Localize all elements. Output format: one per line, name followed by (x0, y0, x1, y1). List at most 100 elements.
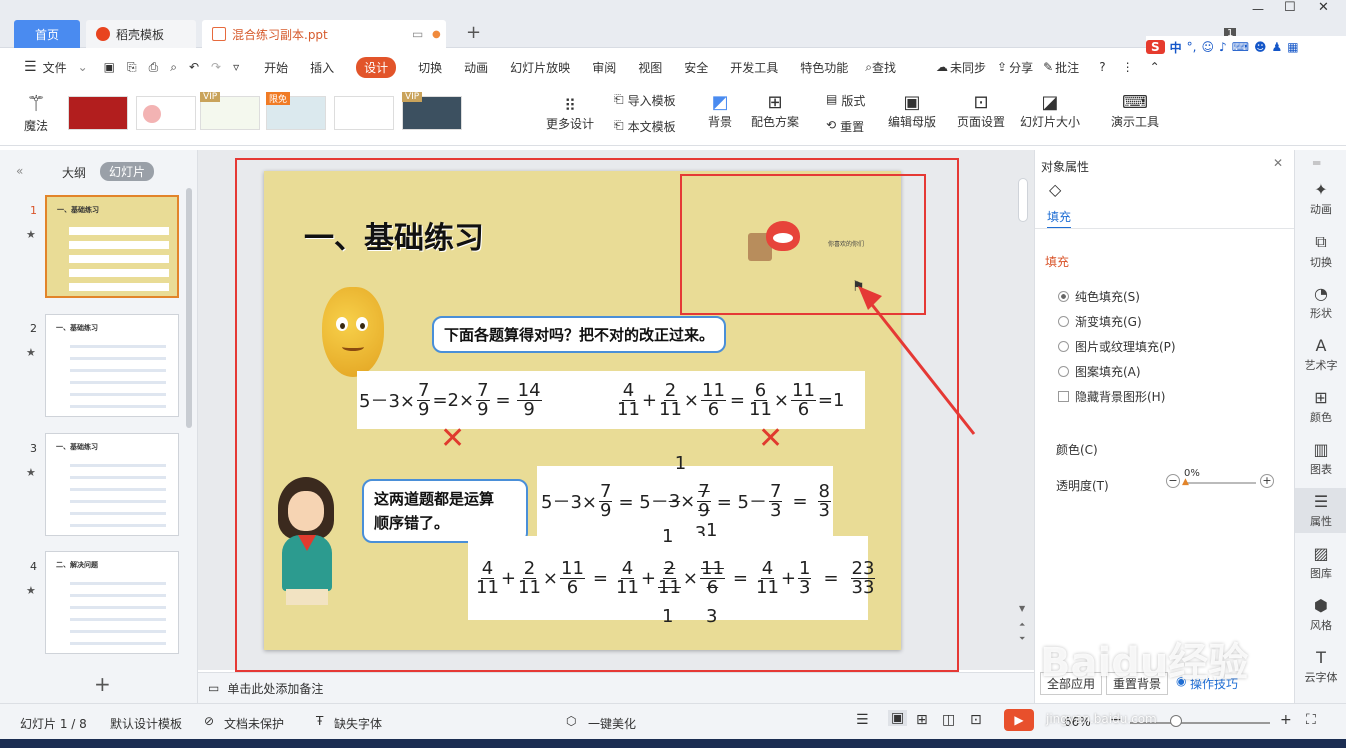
zoom-thumb-icon[interactable] (1170, 715, 1182, 727)
pane-transition[interactable]: ⧉ 切换 (1295, 232, 1346, 270)
minimize-icon[interactable]: — (1252, 2, 1264, 16)
slide-thumbnail-4[interactable]: 二、解决问题 (45, 551, 179, 654)
monitor-icon[interactable]: ▭ (412, 27, 423, 41)
presenter-tools-button[interactable]: ⌨ 演示工具 (1104, 92, 1166, 130)
save-icon[interactable]: ▣ (104, 60, 115, 74)
doc-template-button[interactable]: ⎗ 本文模板 (614, 118, 676, 135)
increase-icon[interactable]: + (1260, 474, 1274, 488)
search-icon[interactable]: ⌕ (865, 60, 872, 75)
zoom-in-icon[interactable]: + (1280, 712, 1292, 728)
background-button[interactable]: ◩ 背景 (700, 92, 740, 130)
comment-button[interactable]: 批注 (1055, 59, 1079, 76)
reading-view-icon[interactable]: ◫ (942, 712, 955, 728)
pane-cloud-font[interactable]: T 云字体 (1295, 648, 1346, 685)
reset-button[interactable]: ⟲ 重置 (826, 118, 864, 135)
slide-thumbnail-3[interactable]: 一、基础练习 (45, 433, 179, 536)
pane-shape[interactable]: ◔ 形状 (1295, 284, 1346, 321)
magic-button[interactable]: ⚚ 魔法 (18, 92, 54, 134)
customize-icon[interactable]: ▿ (233, 60, 239, 74)
collapse-ribbon-icon[interactable]: ⌃ (1150, 60, 1160, 74)
slide-title[interactable]: 一、基础练习 (304, 213, 484, 257)
menu-review[interactable]: 审阅 (592, 59, 616, 76)
menu-design[interactable]: 设计 (356, 56, 397, 78)
maximize-icon[interactable]: ☐ (1284, 0, 1296, 15)
comment-icon[interactable]: ✎ (1043, 60, 1053, 74)
more-design-button[interactable]: ⠿ 更多设计 (542, 96, 598, 132)
template-thumb[interactable] (68, 96, 128, 130)
prev-slide-icon[interactable]: ⏶ (1019, 620, 1025, 630)
beautify-button[interactable]: 一键美化 (588, 715, 636, 732)
redo-icon[interactable]: ↷ (211, 60, 221, 74)
import-template-button[interactable]: ⎗ 导入模板 (614, 92, 676, 109)
scroll-down-icon[interactable]: ▼ (1019, 604, 1025, 613)
speech-bubble-1[interactable]: 下面各题算得对吗？把不对的改正过来。 (432, 316, 727, 353)
template-thumb[interactable] (136, 96, 196, 130)
pane-wordart[interactable]: A 艺术字 (1295, 336, 1346, 373)
menu-security[interactable]: 安全 (684, 59, 708, 76)
play-button[interactable]: ▶ (1004, 709, 1034, 731)
menu-features[interactable]: 特色功能 (800, 59, 848, 76)
fit-icon[interactable]: ⊡ (970, 712, 982, 728)
collapse-panel-icon[interactable]: « (16, 164, 23, 178)
menu-transition[interactable]: 切换 (418, 59, 442, 76)
page-setup-button[interactable]: ⊡ 页面设置 (956, 92, 1006, 130)
cloud-icon[interactable]: ☁ (936, 60, 948, 74)
menu-devtools[interactable]: 开发工具 (730, 59, 778, 76)
panel-scrollbar[interactable] (186, 188, 192, 428)
menu-start[interactable]: 开始 (264, 59, 288, 76)
next-slide-icon[interactable]: ⏷ (1019, 634, 1025, 644)
slide-size-button[interactable]: ◪ 幻灯片大小 (1014, 92, 1086, 130)
canvas-scrollbar[interactable] (1018, 178, 1028, 222)
fullscreen-icon[interactable]: ⛶ (1306, 712, 1316, 728)
close-icon[interactable]: ✕ (1318, 0, 1329, 15)
tab-outline[interactable]: 大纲 (62, 164, 86, 181)
menu-slideshow[interactable]: 幻灯片放映 (510, 59, 570, 76)
gradient-fill-option[interactable]: 渐变填充(G) (1058, 313, 1142, 330)
share-button[interactable]: 分享 (1009, 59, 1033, 76)
tab-home[interactable]: 首页 (14, 20, 80, 48)
menu-animation[interactable]: 动画 (464, 59, 488, 76)
picture-fill-option[interactable]: 图片或纹理填充(P) (1058, 338, 1176, 355)
share-icon[interactable]: ⇪ (997, 60, 1007, 74)
pane-animation[interactable]: ✦ 动画 (1295, 180, 1346, 217)
edit-master-button[interactable]: ▣ 编辑母版 (886, 92, 938, 130)
menu-file[interactable]: 文件 (43, 59, 67, 76)
pane-color[interactable]: ⊞ 颜色 (1295, 388, 1346, 425)
correction-2[interactable]: 4 11 + 2 11 × 11 6 = 4 11 + 1 2 11 1 × 1 11 6 … (468, 520, 876, 627)
decrease-icon[interactable]: − (1166, 474, 1180, 488)
solid-fill-option[interactable]: 纯色填充(S) (1058, 288, 1140, 305)
missing-font[interactable]: 缺失字体 (334, 715, 382, 732)
pane-properties[interactable]: ☰ 属性 (1295, 488, 1346, 533)
design-template[interactable]: 默认设计模板 (110, 715, 182, 732)
sync-status[interactable]: 未同步 (950, 59, 986, 76)
print-icon[interactable]: ⎙ (149, 60, 159, 75)
tab-document[interactable]: 混合练习副本.ppt ▭ ● (202, 20, 446, 48)
notes-bar[interactable]: ▭ 单击此处添加备注 (198, 672, 1034, 703)
layout-button[interactable]: ▤ 版式 (826, 92, 865, 109)
correction-1[interactable]: 5－3× 79 = 5－ 1 3 × 79 3 = 5－ 73 = 83 (537, 453, 833, 544)
help-icon[interactable]: ? (1099, 60, 1105, 74)
equation-1[interactable]: 5－3× 79 =2× 79 = 14 9 (357, 371, 579, 429)
menu-view[interactable]: 视图 (638, 59, 662, 76)
tab-docer[interactable]: 稻壳模板 (86, 20, 196, 48)
pattern-fill-option[interactable]: 图案填充(A) (1058, 363, 1141, 380)
fill-section-header[interactable]: 填充 (1045, 253, 1069, 270)
hamburger-icon[interactable]: ☰ (24, 59, 37, 75)
pane-gallery[interactable]: ▨ 图库 (1295, 544, 1346, 581)
undo-icon[interactable]: ↶ (189, 60, 199, 74)
export-pdf-icon[interactable]: ⎘ (127, 60, 137, 75)
panel-close-icon[interactable]: ✕ (1273, 156, 1283, 170)
pane-chart[interactable]: ▥ 图表 (1295, 440, 1346, 477)
speech-bubble-2[interactable]: 这两道题都是运算 顺序错了。 (362, 479, 528, 543)
tab-slides[interactable]: 幻灯片 (100, 162, 155, 181)
color-scheme-button[interactable]: ⊞ 配色方案 (746, 92, 804, 130)
chevron-down-icon[interactable]: ⌄ (78, 60, 88, 74)
menu-search[interactable]: 查找 (872, 59, 896, 76)
more-icon[interactable]: ⋮ (1122, 60, 1134, 74)
add-slide-button[interactable]: + (94, 672, 111, 696)
preview-icon[interactable]: ⌕ (170, 60, 177, 75)
notes-toggle-icon[interactable]: ☰ (856, 712, 869, 728)
normal-view-icon[interactable]: ▣ (888, 710, 908, 726)
tab-fill[interactable]: 填充 (1047, 208, 1072, 229)
new-tab-button[interactable]: + (466, 22, 481, 43)
